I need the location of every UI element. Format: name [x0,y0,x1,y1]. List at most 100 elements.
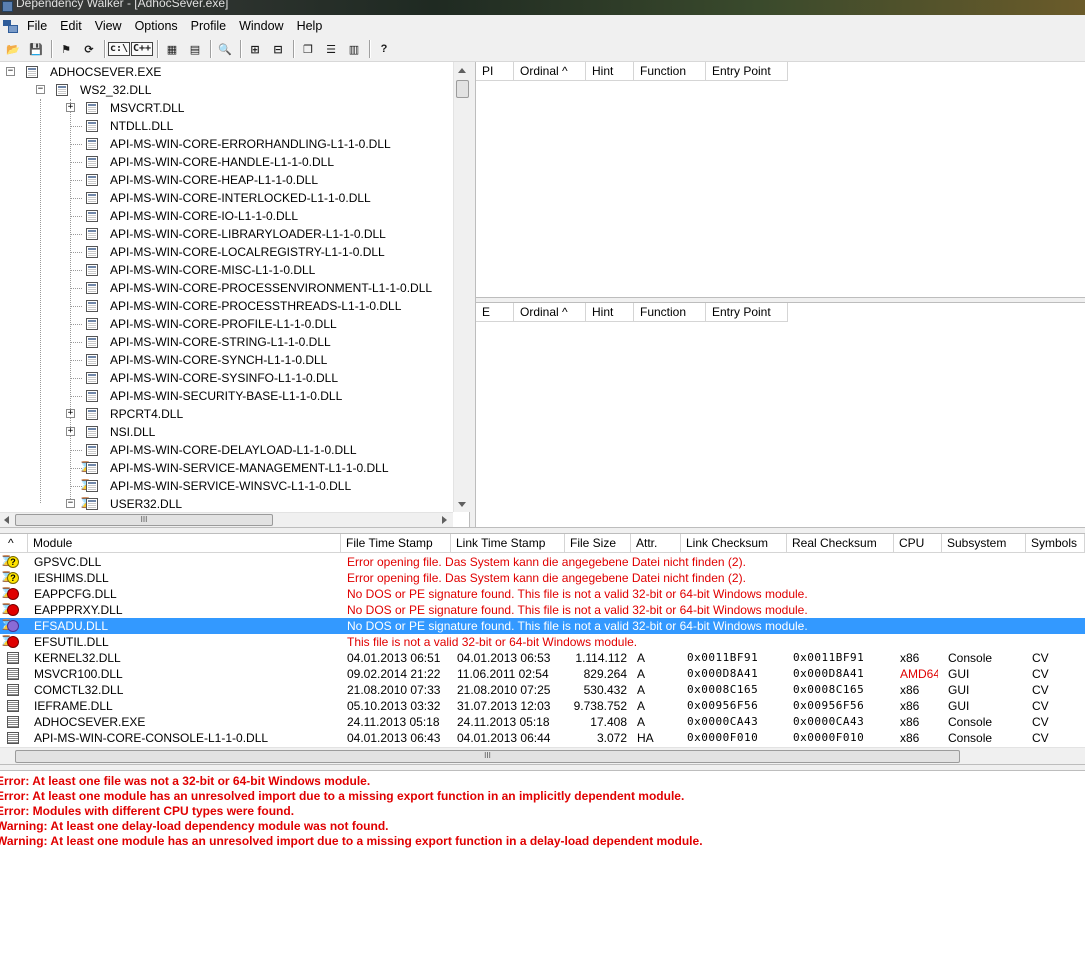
menu-window[interactable]: Window [234,15,291,37]
expand-all-button[interactable]: ⊞ [245,39,265,59]
column-header[interactable]: File Time Stamp [341,534,451,553]
column-header[interactable]: Attr. [631,534,681,553]
tree-node[interactable]: API-MS-WIN-CORE-LOCALREGISTRY-L1-1-0.DLL [0,243,453,261]
column-header[interactable]: File Size [565,534,631,553]
scroll-right-icon[interactable] [442,516,447,524]
column-header[interactable]: Function [634,303,706,322]
column-header[interactable]: ^ [0,534,28,553]
table-row[interactable]: ⌛ EFSUTIL.DLL This file is not a valid 32-… [0,634,1085,650]
tree-node[interactable]: + MSVCRT.DLL [0,99,453,117]
refresh-button[interactable]: ⟳ [79,39,99,59]
collapse-icon[interactable]: − [6,67,15,76]
module-horizontal-scrollbar[interactable]: III [0,747,1085,764]
collapse-all-button[interactable]: ⊟ [268,39,288,59]
table-row[interactable]: ⌛ EFSADU.DLL No DOS or PE signature found.… [0,618,1085,634]
tree-node[interactable]: API-MS-WIN-CORE-INTERLOCKED-L1-1-0.DLL [0,189,453,207]
scroll-down-icon[interactable] [458,502,466,507]
cascade-button[interactable]: ❐ [298,39,318,59]
column-header[interactable]: Function [634,62,706,81]
tree-horizontal-scrollbar[interactable]: III [0,512,453,527]
mdi-window-icon[interactable] [2,18,18,34]
tree-node[interactable]: + RPCRT4.DLL [0,405,453,423]
table-row[interactable]: MSVCR100.DLL 09.02.2014 21:22 11.06.2011 0… [0,666,1085,682]
tile-vertical-button[interactable]: ▥ [344,39,364,59]
column-header[interactable]: Ordinal ^ [514,62,586,81]
horizontal-splitter[interactable] [0,527,1085,534]
column-header[interactable]: PI [476,62,514,81]
column-header[interactable]: Entry Point [706,303,788,322]
column-header[interactable]: Link Time Stamp [451,534,565,553]
tree-node[interactable]: API-MS-WIN-CORE-LIBRARYLOADER-L1-1-0.DLL [0,225,453,243]
horizontal-splitter[interactable] [0,764,1085,771]
tree-node[interactable]: API-MS-WIN-CORE-MISC-L1-1-0.DLL [0,261,453,279]
tree-node[interactable]: NTDLL.DLL [0,117,453,135]
tree-vertical-scrollbar[interactable] [453,62,470,512]
tile-horizontal-button[interactable]: ☰ [321,39,341,59]
save-button[interactable]: 💾 [26,39,46,59]
table-row[interactable]: KERNEL32.DLL 04.01.2013 06:51 04.01.2013 0… [0,650,1085,666]
module-dependency-tree[interactable]: − ADHOCSEVER.EXE − WS2_32.DLL + MSVCRT.DLL NTD… [0,62,470,527]
tree-node[interactable]: API-MS-WIN-CORE-HANDLE-L1-1-0.DLL [0,153,453,171]
table-row[interactable]: IEFRAME.DLL 05.10.2013 03:32 31.07.2013 12… [0,698,1085,714]
tree-node[interactable]: API-MS-WIN-CORE-IO-L1-1-0.DLL [0,207,453,225]
tree-node[interactable]: API-MS-WIN-CORE-ERRORHANDLING-L1-1-0.DLL [0,135,453,153]
tree-node[interactable]: API-MS-WIN-CORE-PROCESSENVIRONMENT-L1-1-… [0,279,453,297]
column-header[interactable]: Real Checksum [787,534,894,553]
help-button[interactable]: ? [374,39,394,59]
tree-node[interactable]: API-MS-WIN-CORE-PROFILE-L1-1-0.DLL [0,315,453,333]
column-header[interactable]: CPU [894,534,942,553]
tree-node[interactable]: − ADHOCSEVER.EXE [0,63,453,81]
expand-icon[interactable]: + [66,409,75,418]
tree-node[interactable]: + NSI.DLL [0,423,453,441]
menu-profile[interactable]: Profile [186,15,234,37]
tree-node[interactable]: API-MS-WIN-CORE-STRING-L1-1-0.DLL [0,333,453,351]
tree-node[interactable]: API-MS-WIN-CORE-PROCESSTHREADS-L1-1-0.DL… [0,297,453,315]
menu-view[interactable]: View [90,15,130,37]
full-paths-button[interactable]: c:\ [107,39,131,59]
exports-list[interactable]: E Ordinal ^ Hint Function Entry Point [476,303,1085,527]
column-header[interactable]: Entry Point [706,62,788,81]
tree-node[interactable]: API-MS-WIN-CORE-HEAP-L1-1-0.DLL [0,171,453,189]
column-header[interactable]: Link Checksum [681,534,787,553]
collapse-icon[interactable]: − [66,499,75,508]
menu-edit[interactable]: Edit [55,15,90,37]
table-row[interactable]: COMCTL32.DLL 21.08.2010 07:33 21.08.2010 0… [0,682,1085,698]
module-list[interactable]: ^ Module File Time Stamp Link Time Stamp Fil… [0,534,1085,764]
table-row[interactable]: ⌛? GPSVC.DLL Error opening file. Das Syste… [0,554,1085,570]
view-module-button[interactable]: ▦ [162,39,182,59]
column-header[interactable]: Subsystem [942,534,1026,553]
tree-node[interactable]: API-MS-WIN-CORE-SYNCH-L1-1-0.DLL [0,351,453,369]
scroll-thumb[interactable]: III [15,514,273,526]
tree-node[interactable]: API-MS-WIN-CORE-SYSINFO-L1-1-0.DLL [0,369,453,387]
tree-node[interactable]: API-MS-WIN-CORE-DELAYLOAD-L1-1-0.DLL [0,441,453,459]
menu-options[interactable]: Options [130,15,186,37]
expand-icon[interactable]: + [66,103,75,112]
tree-node[interactable]: −⌛ USER32.DLL [0,495,453,513]
properties-button[interactable]: ▤ [185,39,205,59]
find-button[interactable]: 🔍 [215,39,235,59]
tree-node[interactable]: ⌛ API-MS-WIN-SERVICE-WINSVC-L1-1-0.DLL [0,477,453,495]
profile-button[interactable]: ⚑ [56,39,76,59]
scroll-up-icon[interactable] [458,68,466,73]
parent-imports-list[interactable]: PI Ordinal ^ Hint Function Entry Point [476,62,1085,297]
column-header[interactable]: Module [28,534,341,553]
tree-node[interactable]: ⌛ API-MS-WIN-SERVICE-MANAGEMENT-L1-1-0.DL… [0,459,453,477]
scroll-thumb[interactable]: III [15,750,960,763]
column-header[interactable]: E [476,303,514,322]
scroll-left-icon[interactable] [4,516,9,524]
menu-help[interactable]: Help [292,15,331,37]
menu-file[interactable]: File [22,15,55,37]
table-row[interactable]: ⌛ EAPPPRXY.DLL No DOS or PE signature foun… [0,602,1085,618]
column-header[interactable]: Ordinal ^ [514,303,586,322]
column-header[interactable]: Symbols [1026,534,1085,553]
table-row[interactable]: ⌛? IESHIMS.DLL Error opening file. Das Sys… [0,570,1085,586]
expand-icon[interactable]: + [66,427,75,436]
tree-node[interactable]: API-MS-WIN-SECURITY-BASE-L1-1-0.DLL [0,387,453,405]
table-row[interactable]: ADHOCSEVER.EXE 24.11.2013 05:18 24.11.2013… [0,714,1085,730]
tree-node[interactable]: − WS2_32.DLL [0,81,453,99]
table-row[interactable]: ⌛ EAPPCFG.DLL No DOS or PE signature found… [0,586,1085,602]
scroll-thumb[interactable] [456,80,469,98]
undecorate-button[interactable]: C++ [130,39,154,59]
column-header[interactable]: Hint [586,62,634,81]
open-button[interactable]: 📂 [3,39,23,59]
